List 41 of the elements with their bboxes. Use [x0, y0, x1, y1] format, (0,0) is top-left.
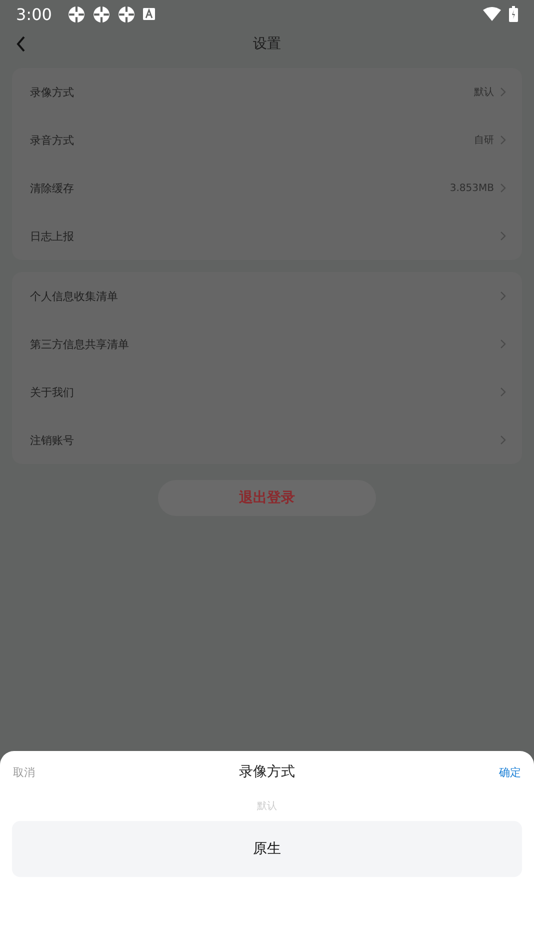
settings-row[interactable]: 第三方信息共享清单 [12, 320, 522, 368]
picker-option[interactable]: 原生 [12, 821, 522, 877]
page-title: 设置 [253, 35, 281, 53]
setting-label: 第三方信息共享清单 [30, 336, 130, 352]
chevron-right-icon [500, 435, 506, 445]
setting-label: 日志上报 [30, 228, 75, 244]
aperture-icon [118, 6, 135, 22]
confirm-button[interactable]: 确定 [499, 764, 521, 780]
chevron-right-icon [500, 291, 506, 301]
settings-row[interactable]: 日志上报 [12, 212, 522, 260]
settings-row[interactable]: 个人信息收集清单 [12, 272, 522, 320]
sheet-title: 录像方式 [239, 763, 295, 781]
chevron-right-icon [500, 135, 506, 145]
setting-label: 录音方式 [30, 132, 75, 148]
setting-value: 自研 [474, 134, 494, 147]
chevron-right-icon [500, 183, 506, 193]
aperture-icon [92, 6, 110, 22]
settings-row[interactable]: 关于我们 [12, 368, 522, 416]
settings-row[interactable]: 录像方式 默认 [12, 68, 522, 116]
settings-row[interactable]: 录音方式 自研 [12, 116, 522, 164]
settings-row[interactable]: 清除缓存 3.853MB [12, 164, 522, 212]
setting-label: 个人信息收集清单 [30, 288, 119, 304]
aperture-icon [68, 6, 85, 22]
status-time: 3:00 [16, 4, 52, 24]
logout-button[interactable]: 退出登录 [158, 480, 376, 516]
chevron-right-icon [500, 339, 506, 349]
chevron-right-icon [500, 87, 506, 97]
font-icon [142, 8, 155, 20]
chevron-right-icon [500, 231, 506, 241]
setting-label: 关于我们 [30, 384, 75, 400]
battery-icon [509, 6, 518, 22]
settings-row[interactable]: 注销账号 [12, 416, 522, 464]
cancel-button[interactable]: 取消 [13, 764, 35, 780]
setting-label: 注销账号 [30, 432, 75, 448]
chevron-right-icon [500, 387, 506, 397]
wifi-icon [483, 7, 501, 21]
back-icon[interactable] [16, 36, 26, 52]
setting-value: 3.853MB [450, 182, 494, 194]
setting-label: 录像方式 [30, 84, 75, 100]
setting-label: 清除缓存 [30, 180, 75, 196]
setting-value: 默认 [474, 86, 494, 99]
